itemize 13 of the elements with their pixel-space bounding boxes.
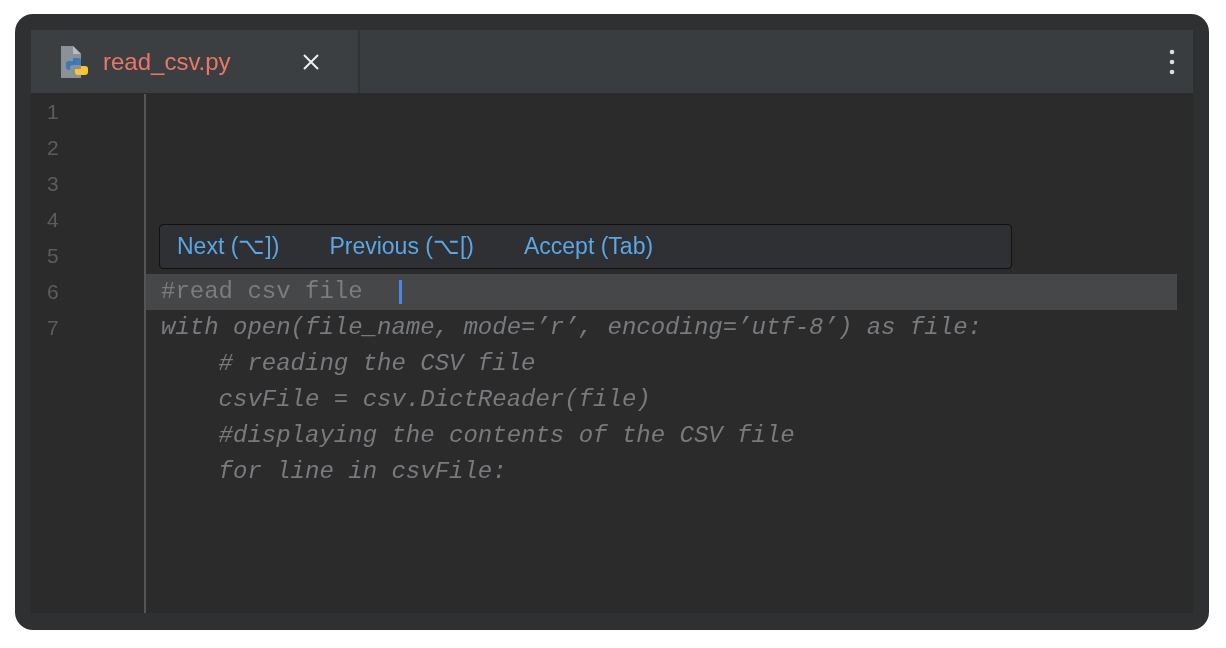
close-button[interactable] — [302, 52, 320, 71]
text-cursor — [398, 280, 402, 304]
suggested-code: # reading the CSV file — [217, 349, 536, 379]
hint-action-link[interactable]: Accept (Tab) — [524, 229, 654, 264]
python-file-icon — [59, 45, 89, 78]
suggested-code: #displaying the contents of the CSV file — [217, 421, 795, 451]
hint-action-link[interactable]: Previous (⌥[) — [329, 229, 474, 264]
suggested-code: with open(file_name, mode=’r’, encoding=’utf-8’) as file: — [161, 313, 982, 343]
tab-label: read_csv.py — [103, 46, 231, 77]
suggested-code: csvFile = csv.DictReader(file) — [217, 385, 651, 415]
more-menu-icon[interactable] — [1169, 48, 1175, 75]
hint-action-link[interactable]: Next (⌥]) — [177, 229, 280, 264]
suggested-code: for line in csvFile: — [217, 457, 507, 487]
